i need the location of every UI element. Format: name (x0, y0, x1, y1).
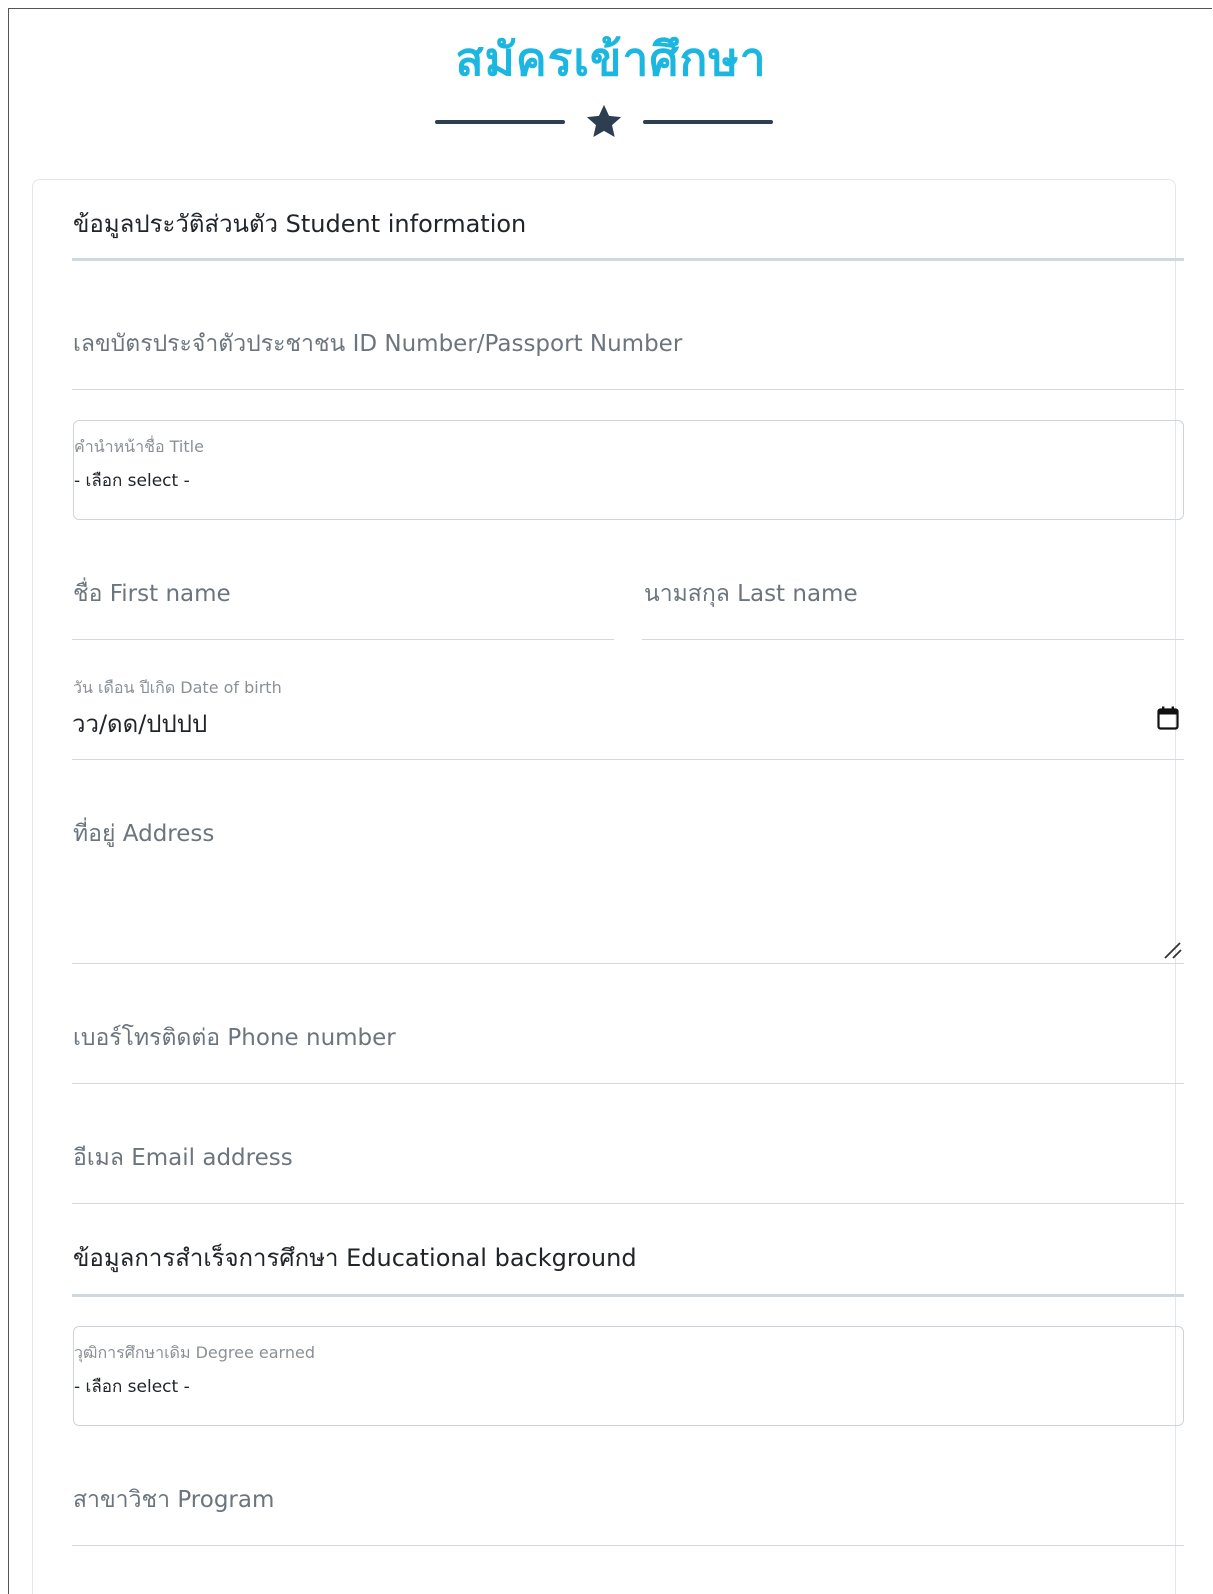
divider-line-left (435, 120, 565, 124)
program-underline (72, 1545, 1184, 1546)
degree-select-value: - เลือก select - (74, 1377, 190, 1397)
phone-input[interactable]: เบอร์โทรติดต่อ Phone number (73, 1020, 396, 1056)
page: สมัครเข้าศึกษา ข้อมูลประวัติส่วนตัว Stud… (8, 8, 1212, 1594)
title-select-value: - เลือก select - (74, 471, 190, 491)
email-underline (72, 1203, 1184, 1204)
last-name-underline (642, 639, 1184, 640)
id-number-input[interactable]: เลขบัตรประจำตัวประชาชน ID Number/Passpor… (73, 326, 682, 362)
calendar-icon[interactable] (1157, 706, 1179, 730)
dob-label: วัน เดือน ปีเกิด Date of birth (73, 678, 282, 697)
dob-input[interactable]: วว/ดด/ปปปป (72, 704, 207, 743)
id-number-underline (72, 389, 1184, 390)
address-underline (72, 963, 1184, 964)
education-heading: ข้อมูลการสำเร็จการศึกษา Educational back… (73, 1244, 637, 1272)
resize-handle-icon[interactable] (1163, 940, 1183, 960)
star-icon (586, 104, 622, 138)
degree-select[interactable]: วุฒิการศึกษาเดิม Degree earned - เลือก s… (73, 1326, 1184, 1426)
address-textarea[interactable]: ที่อยู่ Address (73, 816, 214, 852)
application-form-card: ข้อมูลประวัติส่วนตัว Student information… (32, 179, 1184, 1594)
program-input[interactable]: สาขาวิชา Program (73, 1482, 274, 1518)
email-input[interactable]: อีเมล Email address (73, 1140, 293, 1176)
title-divider (9, 101, 1212, 145)
dob-underline (72, 759, 1184, 760)
title-select[interactable]: คำนำหน้าชื่อ Title - เลือก select - (73, 420, 1184, 520)
title-select-label: คำนำหน้าชื่อ Title (74, 437, 204, 456)
phone-underline (72, 1083, 1184, 1084)
education-rule (72, 1294, 1184, 1297)
last-name-input[interactable]: นามสกุล Last name (644, 576, 858, 612)
degree-select-label: วุฒิการศึกษาเดิม Degree earned (74, 1343, 315, 1362)
page-title: สมัครเข้าศึกษา (455, 32, 767, 86)
divider-line-right (643, 120, 773, 124)
student-info-rule (72, 258, 1184, 261)
first-name-input[interactable]: ชื่อ First name (73, 576, 231, 612)
student-info-heading: ข้อมูลประวัติส่วนตัว Student information (73, 210, 527, 238)
first-name-underline (72, 639, 614, 640)
